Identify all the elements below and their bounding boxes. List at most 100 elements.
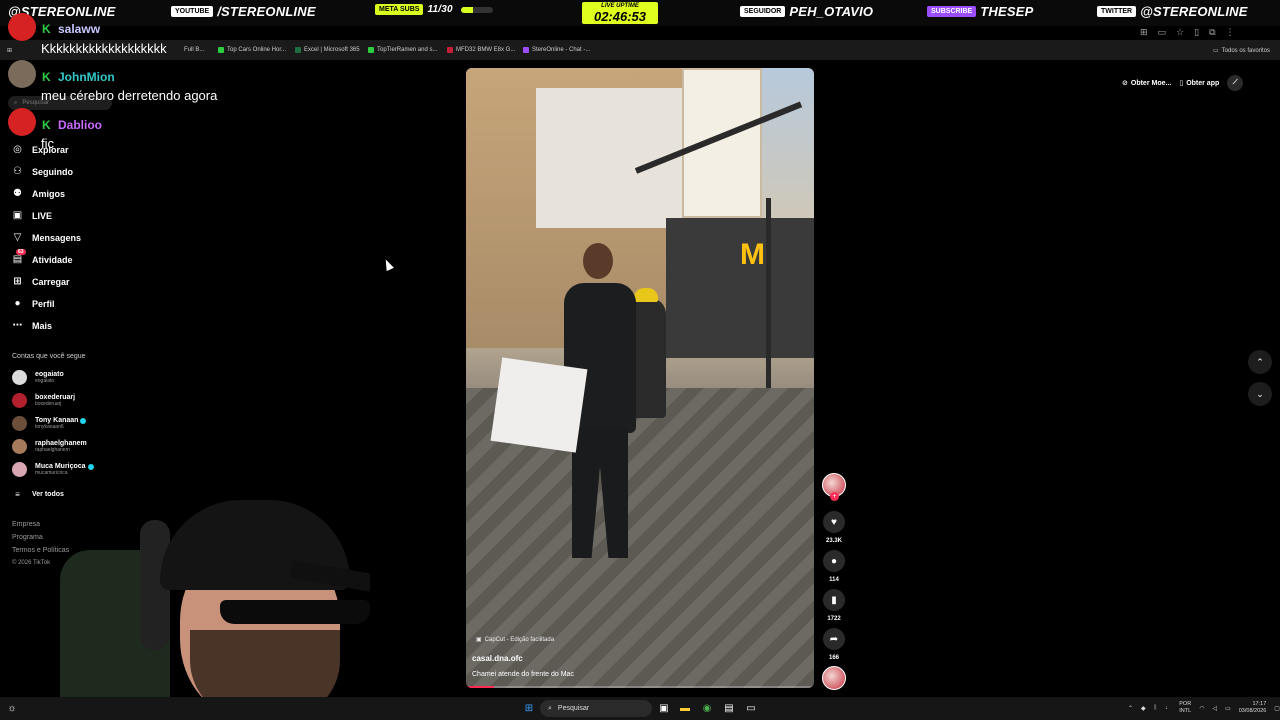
bookmark-item[interactable]: StereOnline - Chat -... — [523, 47, 590, 53]
file-explorer-icon[interactable]: ▬ — [679, 702, 691, 714]
avatar — [12, 370, 27, 385]
chevron-up-icon[interactable]: ⌃ — [1128, 705, 1133, 712]
bookmark-item[interactable]: Excel | Microsoft 365 — [295, 47, 360, 53]
chat-message: fic — [41, 136, 54, 151]
like-action[interactable]: ♥ 23.3K — [822, 511, 846, 544]
twitch-icon — [523, 47, 529, 53]
share-icon[interactable]: ➦ — [823, 628, 845, 650]
music-disc-icon[interactable] — [822, 666, 846, 690]
top-right-actions: ⊘ Obter Moe... ▯ Obter app ⟋ — [1122, 75, 1244, 91]
coin-icon: ⊘ — [1122, 80, 1128, 87]
sidebar-item-live[interactable]: ▣ LIVE — [12, 210, 52, 221]
comment-action[interactable]: ● 114 — [822, 550, 846, 583]
terminal-icon[interactable]: ▭ — [745, 702, 757, 714]
bookmark-item[interactable]: Full B... — [184, 47, 204, 53]
sidebar-icon[interactable]: ▯ — [1194, 27, 1199, 38]
sidebar-item-perfil[interactable]: ● Perfil — [12, 298, 54, 309]
heart-icon[interactable]: ♥ — [823, 511, 845, 533]
video-player[interactable]: M ▣ CapCut - Edição facilitada casal.dna… — [466, 68, 814, 688]
profile-avatar-button[interactable]: ⟋ — [1227, 75, 1244, 91]
network-icon[interactable]: ◆ — [1141, 705, 1146, 712]
search-icon: ⌕ — [548, 704, 552, 712]
get-app-button[interactable]: ▯ Obter app — [1179, 79, 1219, 88]
weather-icon[interactable]: ☼ — [6, 702, 18, 714]
star-icon[interactable]: ☆ — [1176, 27, 1184, 38]
search-icon: ⌕ — [14, 99, 18, 106]
chat-badge-icon: K — [42, 22, 51, 36]
footer-link[interactable]: Empresa — [12, 521, 40, 528]
overlay-follower: SEGUIDOR PEH_OTAVIO — [740, 4, 873, 19]
verified-icon — [80, 417, 87, 424]
video-progress-bar[interactable] — [466, 686, 814, 688]
task-view-icon[interactable]: ▣ — [658, 702, 670, 714]
chrome-icon[interactable]: ◉ — [701, 702, 713, 714]
profile-icon: ● — [14, 298, 21, 309]
mic-icon[interactable]: ♩ — [1165, 705, 1171, 711]
friends-icon: ⚉ — [13, 188, 22, 199]
bluetooth-icon[interactable]: ᛒ — [1154, 705, 1158, 711]
save-action[interactable]: ▮ 1722 — [822, 589, 846, 622]
chevron-up-icon: ⌃ — [1256, 356, 1264, 367]
screenshot-icon[interactable]: ▭ — [1158, 27, 1167, 38]
wifi-icon[interactable]: ◠ — [1199, 705, 1204, 712]
see-all-button[interactable]: ≡ Ver todos — [12, 489, 64, 500]
followed-account[interactable]: eogaiato eogaiato — [12, 370, 64, 385]
all-bookmarks[interactable]: ▭ Todos os favoritos — [1213, 47, 1270, 55]
puzzle-icon[interactable]: ⧉ — [1209, 27, 1215, 38]
overlay-meta-subs: META SUBS 11/30 — [375, 4, 493, 15]
sidebar-item-carregar[interactable]: ⊞ Carregar — [12, 276, 69, 287]
previous-video-button[interactable]: ⌃ — [1248, 350, 1272, 374]
followed-account[interactable]: raphaelghanem raphaelghanem — [12, 439, 87, 454]
bookmark-item[interactable]: MFD32 BMW E8x G... — [447, 47, 515, 53]
excel-icon — [295, 47, 301, 53]
browser-toolbar-icons: ⊞ ▭ ☆ ▯ ⧉ ⋮ — [1140, 27, 1235, 38]
upload-icon: ⊞ — [13, 276, 22, 287]
sidebar-item-atividade[interactable]: ▤ 63 Atividade — [12, 249, 73, 265]
language-indicator[interactable]: POR INTL — [1179, 701, 1191, 715]
follow-plus-icon[interactable]: + — [830, 492, 839, 501]
menu-icon[interactable]: ⋮ — [1226, 27, 1235, 38]
bookmarks-bar: ⊞ Full B... Top Cars Online Hor... Excel… — [0, 40, 1280, 60]
next-video-button[interactable]: ⌄ — [1248, 382, 1272, 406]
verified-icon — [87, 463, 94, 470]
footer-link[interactable]: Programa — [12, 534, 43, 541]
streamer-webcam — [40, 500, 370, 700]
activity-icon: ▤ 63 — [12, 249, 26, 265]
sidebar-item-mais[interactable]: ⋯ Mais — [12, 320, 53, 331]
clock[interactable]: 17:17 03/08/2026 — [1239, 701, 1267, 715]
extensions-icon[interactable]: ⊞ — [1140, 27, 1148, 38]
avatar — [12, 393, 27, 408]
sidebar-item-mensagens[interactable]: ▽ Mensagens — [12, 232, 81, 243]
apps-icon[interactable]: ⊞ — [7, 47, 12, 54]
video-author[interactable]: casal.dna.ofc — [472, 654, 523, 663]
chevron-down-icon: ⌄ — [1256, 388, 1264, 399]
activity-badge: 63 — [16, 249, 26, 255]
bookmark-icon — [447, 47, 453, 53]
chat-badge-icon: K — [42, 118, 51, 132]
list-icon: ≡ — [15, 490, 20, 499]
notification-icon[interactable]: ▢ — [1274, 705, 1280, 712]
chat-username: salaww — [58, 22, 101, 36]
bookmark-icon[interactable]: ▮ — [823, 589, 845, 611]
chat-message: Kkkkkkkkkkkkkkkkkkk — [41, 41, 167, 56]
volume-icon[interactable]: ◁ — [1212, 705, 1217, 712]
get-coins-button[interactable]: ⊘ Obter Moe... — [1122, 79, 1171, 88]
followed-account[interactable]: Tony Kanaan tonykanaan6 — [12, 416, 87, 431]
live-uptime: LIVE UPTIME 02:46:53 — [582, 2, 658, 24]
sidebar-item-amigos[interactable]: ⚉ Amigos — [12, 188, 65, 199]
video-frame-post — [766, 198, 771, 398]
followed-account[interactable]: Muca Muriçoca mucamuricoca — [12, 462, 94, 477]
store-icon[interactable]: ▤ — [723, 702, 735, 714]
followed-account[interactable]: boxederuarj boxederuarj — [12, 393, 75, 408]
bookmark-item[interactable]: TopTierRamen and s... — [368, 47, 437, 53]
comment-icon[interactable]: ● — [823, 550, 845, 572]
capcut-tag[interactable]: ▣ CapCut - Edição facilitada — [476, 636, 554, 644]
overlay-subscriber: SUBSCRIBE THESEP — [927, 4, 1033, 19]
sidebar-item-seguindo[interactable]: ⚇ Seguindo — [12, 166, 73, 177]
taskbar-search[interactable]: ⌕ Pesquisar — [540, 700, 652, 717]
bookmark-item[interactable]: Top Cars Online Hor... — [218, 47, 286, 53]
compass-icon: ◎ — [13, 144, 22, 155]
windows-start-icon[interactable]: ⊞ — [523, 702, 535, 714]
share-action[interactable]: ➦ 166 — [822, 628, 846, 661]
battery-icon[interactable]: ▭ — [1225, 705, 1231, 712]
